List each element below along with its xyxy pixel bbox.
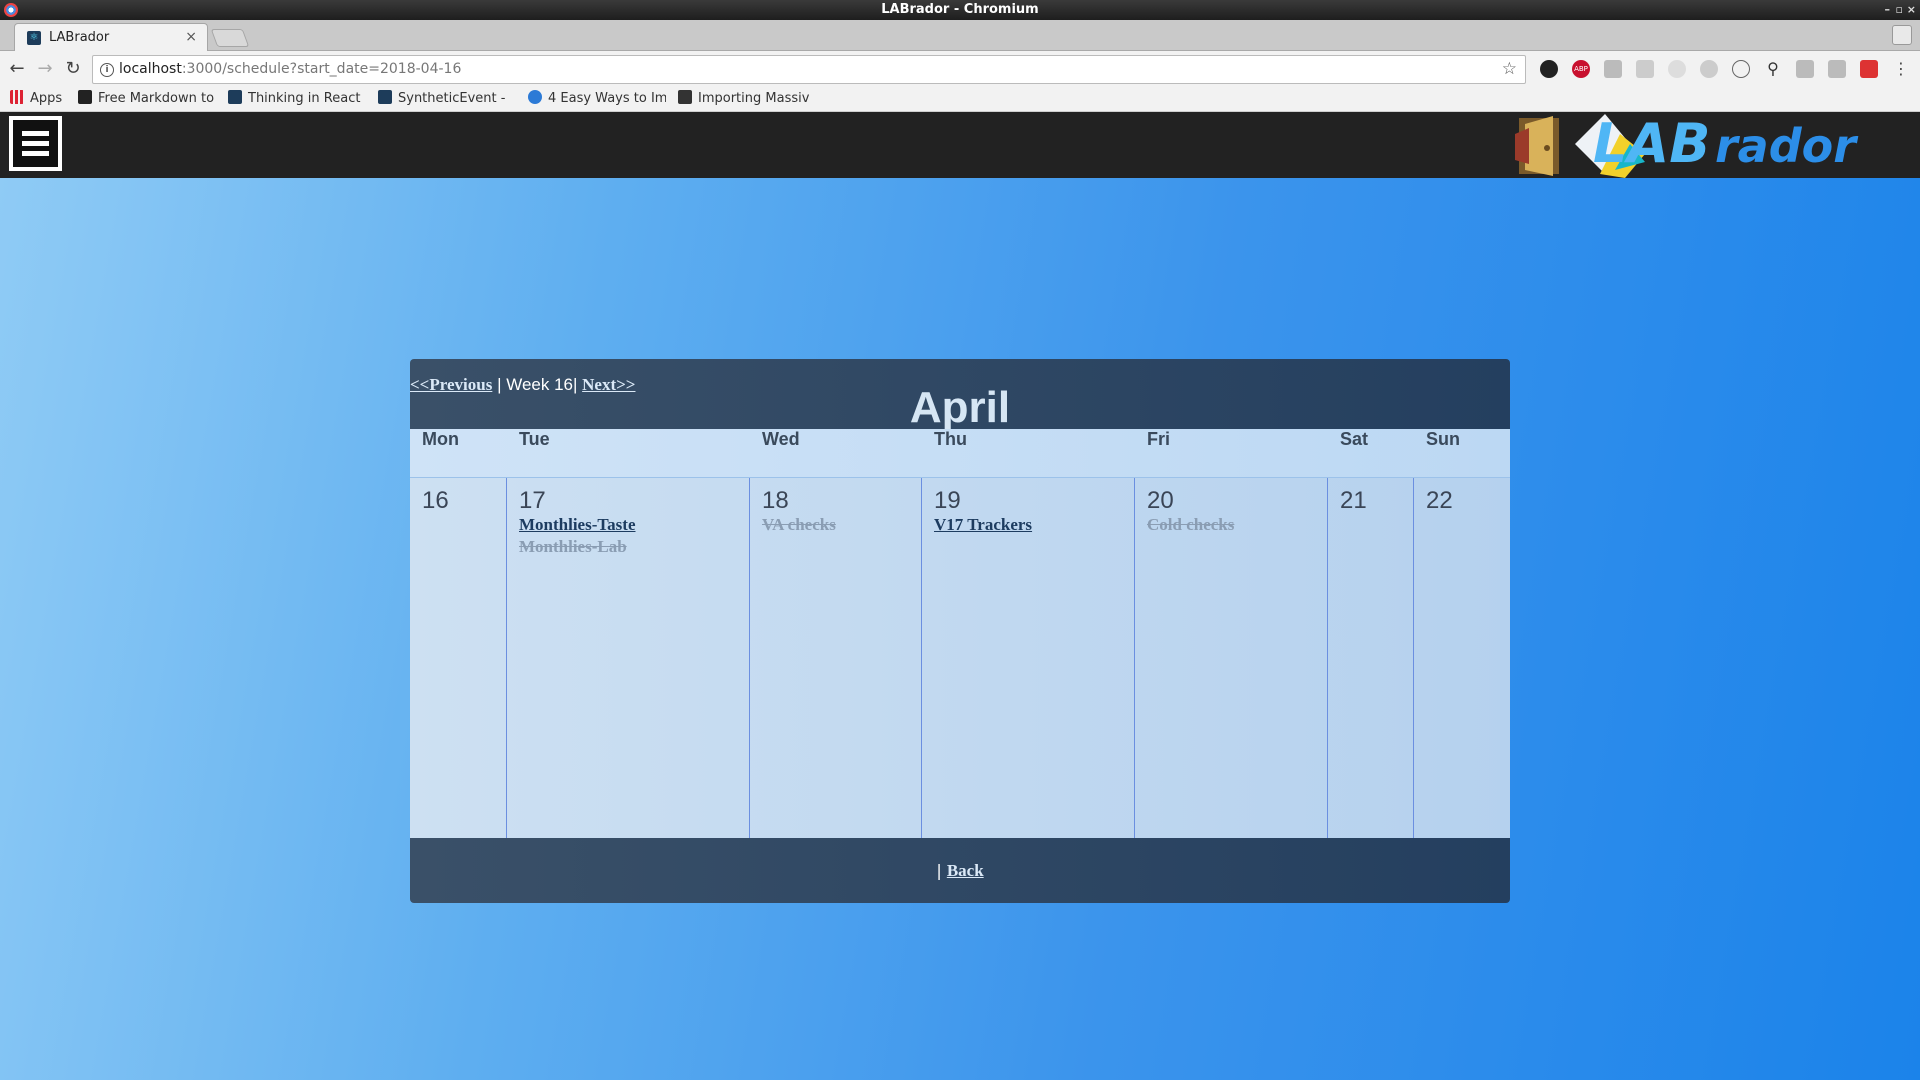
- window-title: LABrador - Chromium: [881, 2, 1039, 17]
- extension-gear-icon[interactable]: [1668, 60, 1686, 78]
- week-days-row: 16 17 Monthlies-Taste Monthlies-Lab 18 V…: [410, 478, 1510, 838]
- react-icon: [378, 90, 392, 104]
- weekday-sat: Sat: [1340, 429, 1369, 449]
- forward-arrow-icon[interactable]: →: [34, 58, 56, 80]
- bookmark-easy-ways[interactable]: 4 Easy Ways to Im: [528, 87, 666, 111]
- maximize-button[interactable]: ▫: [1896, 0, 1903, 20]
- day-cell-17[interactable]: 17 Monthlies-Taste Monthlies-Lab: [507, 478, 750, 838]
- weekday-mon: Mon: [422, 429, 459, 449]
- extension-github-icon[interactable]: [1540, 60, 1558, 78]
- event-link-done[interactable]: VA checks: [762, 514, 921, 536]
- day-cell-16[interactable]: 16: [410, 478, 507, 838]
- labrador-logo: LAB rador: [1505, 114, 1870, 178]
- react-icon: [228, 90, 242, 104]
- bookmarks-bar: Apps Free Markdown to Thinking in React …: [0, 87, 1920, 112]
- day-cell-18[interactable]: 18 VA checks: [750, 478, 922, 838]
- tab-strip: ⚛ LABrador ×: [0, 20, 1920, 51]
- svg-text:LAB: LAB: [1593, 114, 1710, 175]
- day-number: 20: [1147, 487, 1174, 514]
- cast-icon[interactable]: [1796, 60, 1814, 78]
- info-icon[interactable]: i: [100, 63, 114, 77]
- day-number: 16: [422, 487, 449, 514]
- chromium-icon: [4, 3, 18, 17]
- markdown-icon: [78, 90, 92, 104]
- extension-circle-icon[interactable]: [1732, 60, 1750, 78]
- tab-close-icon[interactable]: ×: [185, 24, 197, 51]
- day-number: 19: [934, 487, 961, 514]
- bookmark-synthetic-event[interactable]: SyntheticEvent -: [378, 87, 510, 111]
- article-icon: [678, 90, 692, 104]
- globe-icon: [528, 90, 542, 104]
- address-bar[interactable]: i localhost:3000/schedule?start_date=201…: [92, 55, 1526, 84]
- bookmark-thinking-react[interactable]: Thinking in React: [228, 87, 366, 111]
- new-tab-button[interactable]: [210, 29, 250, 47]
- react-favicon-icon: ⚛: [27, 31, 41, 45]
- weekday-wed: Wed: [762, 429, 800, 449]
- bookmark-apps[interactable]: Apps: [10, 87, 70, 111]
- bookmark-importing[interactable]: Importing Massiv: [678, 87, 816, 111]
- browser-toolbar: ← → ↻ i localhost:3000/schedule?start_da…: [0, 51, 1920, 87]
- hamburger-menu-button[interactable]: [9, 116, 62, 171]
- day-cell-21[interactable]: 21: [1328, 478, 1414, 838]
- footer-separator: |: [936, 861, 947, 880]
- tab-title: LABrador: [49, 30, 110, 45]
- adblock-icon[interactable]: ABP: [1572, 60, 1590, 78]
- menu-dots-icon[interactable]: ⋮: [1892, 60, 1910, 78]
- app-header: LAB rador: [0, 112, 1920, 178]
- weekday-fri: Fri: [1147, 429, 1171, 449]
- close-window-button[interactable]: ×: [1907, 0, 1916, 20]
- apps-grid-icon: [10, 90, 24, 104]
- url-text[interactable]: localhost:3000/schedule?start_date=2018-…: [119, 56, 461, 83]
- minimize-button[interactable]: –: [1885, 0, 1891, 20]
- calendar-header: <<Previous | Week 16| Next>> April: [410, 359, 1510, 432]
- weekday-tue: Tue: [519, 429, 550, 449]
- bookmark-star-icon[interactable]: ☆: [1502, 56, 1517, 83]
- tab-labrador[interactable]: ⚛ LABrador ×: [14, 23, 208, 51]
- logo-wordmark: LAB rador: [1575, 114, 1859, 178]
- month-title: April: [909, 383, 1011, 432]
- calendar-card: <<Previous | Week 16| Next>> April Mon T…: [410, 359, 1510, 903]
- extension-leaf-icon[interactable]: [1828, 60, 1846, 78]
- day-cell-20[interactable]: 20 Cold checks: [1135, 478, 1328, 838]
- day-number: 17: [519, 487, 546, 514]
- event-link[interactable]: Monthlies-Taste: [519, 514, 749, 536]
- extension-red-icon[interactable]: [1860, 60, 1878, 78]
- day-cell-22[interactable]: 22: [1414, 478, 1510, 838]
- day-cell-19[interactable]: 19 V17 Trackers: [922, 478, 1135, 838]
- logo-text: rador: [1715, 119, 1859, 173]
- back-arrow-icon[interactable]: ←: [6, 58, 28, 80]
- extension-settings-icon[interactable]: [1700, 60, 1718, 78]
- page-background: <<Previous | Week 16| Next>> April Mon T…: [0, 178, 1920, 1080]
- event-link[interactable]: V17 Trackers: [934, 514, 1134, 536]
- door-icon: [1515, 116, 1559, 176]
- back-link[interactable]: Back: [947, 861, 984, 880]
- weekday-thu: Thu: [934, 429, 967, 449]
- bookmark-markdown[interactable]: Free Markdown to: [78, 87, 216, 111]
- event-link-done[interactable]: Cold checks: [1147, 514, 1327, 536]
- event-link-done[interactable]: Monthlies-Lab: [519, 536, 749, 558]
- search-icon[interactable]: ⚲: [1764, 60, 1782, 78]
- day-number: 22: [1426, 487, 1453, 514]
- weekday-sun: Sun: [1426, 429, 1460, 449]
- day-number: 21: [1340, 487, 1367, 514]
- hamburger-menu-icon: [13, 120, 58, 167]
- calendar-footer: | Back: [410, 838, 1510, 903]
- day-number: 18: [762, 487, 789, 514]
- weekday-header-row: Mon Tue Wed Thu Fri Sat Sun: [410, 429, 1510, 478]
- window-titlebar: LABrador - Chromium – ▫ ×: [0, 0, 1920, 20]
- profile-icon[interactable]: [1892, 25, 1912, 45]
- reload-icon[interactable]: ↻: [62, 58, 84, 80]
- extension-trash-icon[interactable]: [1604, 60, 1622, 78]
- extension-square-icon[interactable]: [1636, 60, 1654, 78]
